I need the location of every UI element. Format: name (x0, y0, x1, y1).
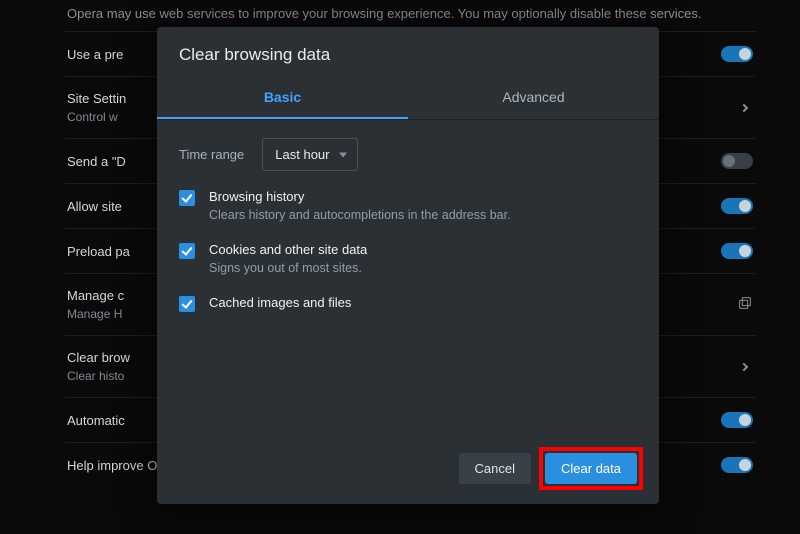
time-range-label: Time range (179, 147, 244, 162)
cancel-button[interactable]: Cancel (459, 453, 531, 484)
clear-option-text: Browsing history Clears history and autoc… (209, 189, 511, 222)
tab-basic[interactable]: Basic (157, 79, 408, 119)
clear-option-text: Cookies and other site data Signs you out… (209, 242, 367, 275)
clear-option[interactable]: Cookies and other site data Signs you out… (179, 242, 637, 275)
dialog-title: Clear browsing data (157, 27, 659, 79)
clear-option[interactable]: Cached images and files (179, 295, 637, 312)
dialog-footer: Cancel Clear data (157, 439, 659, 504)
checkbox[interactable] (179, 296, 195, 312)
clear-option[interactable]: Browsing history Clears history and autoc… (179, 189, 637, 222)
tab-advanced[interactable]: Advanced (408, 79, 659, 119)
time-range-select[interactable]: Last hour (262, 138, 358, 171)
clear-option-text: Cached images and files (209, 295, 351, 312)
dialog-body: Time range Last hour Browsing history Cle… (157, 120, 659, 439)
clear-option-title: Cookies and other site data (209, 242, 367, 257)
time-range-row: Time range Last hour (179, 138, 637, 171)
checkbox[interactable] (179, 190, 195, 206)
clear-option-desc: Clears history and autocompletions in th… (209, 208, 511, 222)
checkbox[interactable] (179, 243, 195, 259)
clear-data-button[interactable]: Clear data (545, 453, 637, 484)
time-range-value: Last hour (275, 147, 329, 162)
dialog-tabs: Basic Advanced (157, 79, 659, 120)
clear-option-title: Cached images and files (209, 295, 351, 310)
clear-browsing-data-dialog: Clear browsing data Basic Advanced Time … (157, 27, 659, 504)
clear-option-title: Browsing history (209, 189, 511, 204)
clear-option-desc: Signs you out of most sites. (209, 261, 367, 275)
